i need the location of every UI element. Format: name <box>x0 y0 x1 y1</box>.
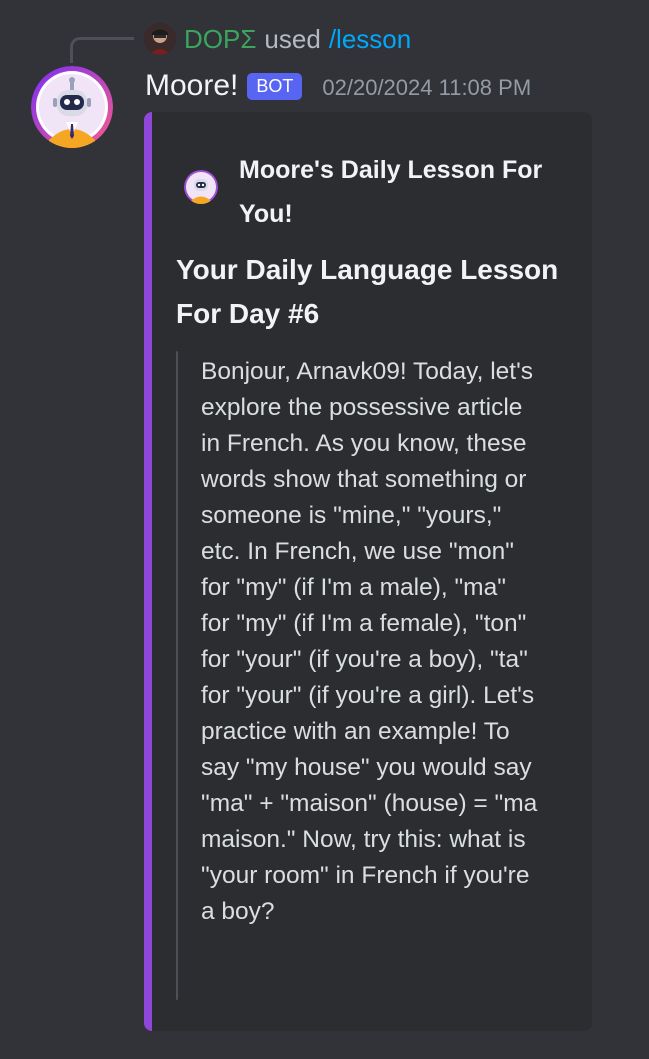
bot-username[interactable]: Moore! <box>145 69 238 103</box>
lesson-embed: Moore's Daily Lesson For You! Your Daily… <box>144 112 592 1031</box>
reply-command[interactable]: /lesson <box>329 24 411 55</box>
robot-avatar-icon <box>184 170 218 204</box>
reply-connector <box>70 37 134 63</box>
bot-badge: BOT <box>247 72 303 100</box>
embed-author: Moore's Daily Lesson For You! <box>184 148 569 236</box>
reply-username[interactable]: DOPΣ <box>184 24 256 55</box>
embed-title: Your Daily Language Lesson For Day #6 <box>176 254 559 329</box>
message-header: Moore! BOT 02/20/2024 11:08 PM <box>145 66 531 106</box>
embed-author-name: Moore's Daily Lesson For You! <box>239 156 543 228</box>
message-timestamp[interactable]: 02/20/2024 11:08 PM <box>322 75 531 101</box>
robot-avatar-icon[interactable] <box>31 66 113 148</box>
reply-used-label: used <box>264 23 321 54</box>
block-quote-bar <box>176 351 178 1000</box>
reply-context[interactable]: DOPΣ used /lesson <box>144 22 411 56</box>
user-avatar-icon[interactable] <box>144 23 176 55</box>
lesson-body-text: Bonjour, Arnavk09! Today, let's explore … <box>201 358 538 925</box>
discord-message-view: DOPΣ used /lesson Moore! BOT 02/20/2024 … <box>0 0 649 1059</box>
